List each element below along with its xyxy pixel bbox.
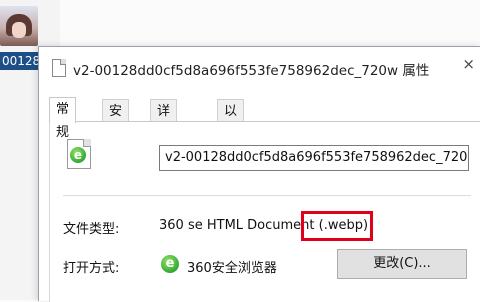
file-fold-icon [83, 139, 91, 147]
file-type-label: 文件类型: [63, 222, 120, 237]
tab-security[interactable]: 安全 [102, 99, 130, 142]
extension-highlight-box [301, 211, 373, 241]
tab-general[interactable]: 常规 [49, 97, 77, 140]
browser-e-icon: e [161, 255, 179, 273]
title-bar: v2-00128dd0cf5d8a696f553fe758962dec_720w… [39, 47, 480, 87]
divider [63, 195, 471, 196]
file-icon: e [67, 139, 91, 169]
browser-e-icon: e [70, 147, 86, 163]
open-with-app: 360安全浏览器 [187, 261, 277, 276]
window-title: v2-00128dd0cf5d8a696f553fe758962dec_720w… [73, 63, 430, 79]
thumbnail-face [12, 22, 26, 38]
tab-details[interactable]: 详细信息 [150, 99, 178, 188]
file-name-field[interactable]: v2-00128dd0cf5d8a696f553fe758962dec_720w [159, 145, 469, 171]
desktop-file-thumbnail[interactable] [0, 6, 38, 46]
document-icon [52, 59, 66, 77]
close-icon[interactable]: × [462, 55, 475, 73]
tab-previous-versions[interactable]: 以前的版本 [217, 99, 245, 211]
properties-window: v2-00128dd0cf5d8a696f553fe758962dec_720w… [38, 46, 480, 302]
change-button[interactable]: 更改(C)... [337, 249, 467, 279]
open-with-label: 打开方式: [63, 261, 120, 276]
